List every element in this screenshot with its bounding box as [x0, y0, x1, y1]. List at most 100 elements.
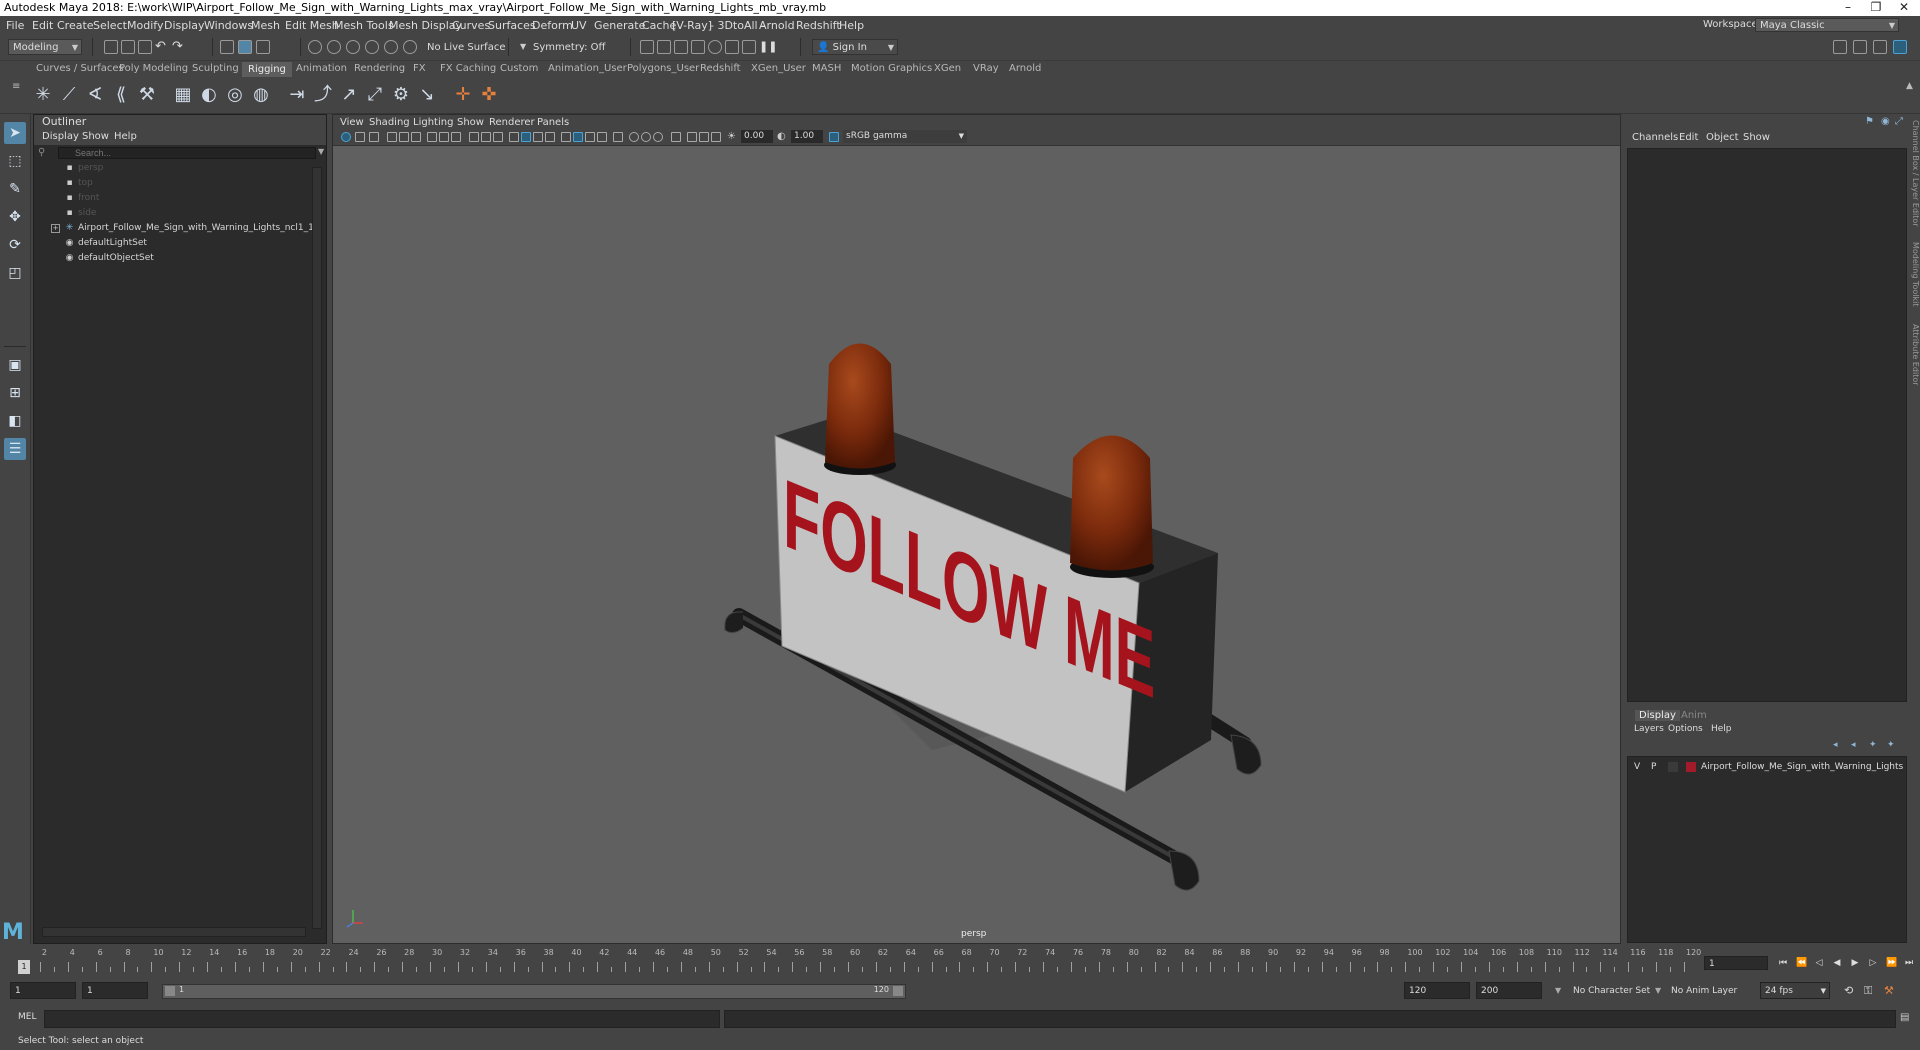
wireframe-icon[interactable]: [509, 132, 519, 142]
redo-icon[interactable]: ↷: [172, 40, 186, 54]
menu-redshift[interactable]: Redshift: [796, 19, 841, 32]
outliner-item-defaultobjectset[interactable]: ◉ defaultObjectSet: [34, 251, 304, 266]
layer-tab-display[interactable]: Display: [1635, 710, 1680, 721]
resolution-gate-icon[interactable]: [451, 132, 461, 142]
viewport-menu-show[interactable]: Show: [457, 117, 484, 128]
four-view-layout-icon[interactable]: ⊞: [4, 382, 26, 404]
layer-name[interactable]: Airport_Follow_Me_Sign_with_Warning_Ligh…: [1701, 760, 1903, 774]
gamma-field[interactable]: 1.00: [791, 130, 823, 143]
current-time-marker[interactable]: 1: [18, 960, 30, 974]
outliner-item-defaultlightset[interactable]: ◉ defaultLightSet: [34, 236, 304, 251]
menu-display[interactable]: Display: [164, 19, 205, 32]
pause-icon[interactable]: ❚❚: [759, 40, 777, 54]
attribute-editor-toggle-icon[interactable]: [1853, 40, 1867, 54]
search-options-chevron-icon[interactable]: ▼: [318, 147, 324, 156]
channel-box-toggle-icon[interactable]: [1893, 40, 1907, 54]
viewport-menu-renderer[interactable]: Renderer: [489, 117, 535, 128]
xray-icon[interactable]: [545, 132, 555, 142]
shelf-tab-sculpting[interactable]: Sculpting: [192, 63, 239, 74]
outliner-item-persp[interactable]: ▪ persp: [34, 161, 304, 176]
shelf-tab-vray[interactable]: VRay: [973, 63, 999, 74]
lasso-tool-icon[interactable]: ⬚: [4, 150, 26, 172]
exposure-field[interactable]: 0.00: [741, 130, 773, 143]
shelf-tab-curves-surfaces[interactable]: Curves / Surfaces: [36, 63, 124, 74]
move-layer-down-icon[interactable]: ◂: [1851, 740, 1856, 750]
auto-key-icon[interactable]: ⚿: [1864, 984, 1872, 998]
range-bar[interactable]: 1 120: [162, 984, 906, 999]
playback-end-field[interactable]: 120: [1404, 982, 1470, 999]
color-management-icon[interactable]: [829, 132, 839, 142]
step-back-key-icon[interactable]: ⏪: [1796, 958, 1807, 968]
motion-blur-icon[interactable]: [641, 132, 651, 142]
grid-toggle-icon[interactable]: [427, 132, 437, 142]
viewport-menu-view[interactable]: View: [340, 117, 364, 128]
channel-box-pin-icon[interactable]: ⤢: [1895, 116, 1903, 127]
viewport-menu-shading[interactable]: Shading: [369, 117, 410, 128]
xray-active-components-icon[interactable]: [699, 132, 709, 142]
2d-pan-zoom-icon[interactable]: [399, 132, 409, 142]
fps-dropdown[interactable]: 24 fps ▼: [1760, 982, 1830, 999]
channel-box-settings-icon[interactable]: ◉: [1881, 116, 1890, 127]
channel-menu-object[interactable]: Object: [1706, 132, 1739, 143]
side-tab-modeling-toolkit[interactable]: Modeling Toolkit: [1905, 242, 1920, 306]
play-forward-icon[interactable]: ▶: [1850, 958, 1860, 968]
menu-edit[interactable]: Edit: [32, 19, 53, 32]
snap-view-plane-icon[interactable]: [384, 40, 398, 54]
gate-mask-icon[interactable]: [469, 132, 479, 142]
bind-skin-icon[interactable]: ⟪: [110, 84, 132, 106]
close-button[interactable]: ✕: [1890, 0, 1918, 16]
grease-pencil-icon[interactable]: [411, 132, 421, 142]
go-to-start-icon[interactable]: ⏮: [1778, 958, 1788, 968]
field-chart-icon[interactable]: [481, 132, 491, 142]
vray-render-icon[interactable]: [742, 40, 756, 54]
constraint-scale-icon[interactable]: ⤢: [364, 84, 386, 106]
side-tab-attribute-editor[interactable]: Attribute Editor: [1905, 324, 1920, 386]
new-layer-selected-icon[interactable]: ✦: [1887, 740, 1895, 750]
persp-outliner-layout-icon[interactable]: ◧: [4, 410, 26, 432]
anim-layer-dropdown[interactable]: No Anim Layer: [1671, 984, 1737, 998]
shelf-tab-xgen[interactable]: XGen: [934, 63, 961, 74]
blendshape-icon[interactable]: ◍: [250, 84, 272, 106]
side-tab-channel-box[interactable]: Channel Box / Layer Editor: [1905, 120, 1920, 227]
joint-icon[interactable]: ✳: [32, 84, 54, 106]
command-input[interactable]: [44, 1010, 720, 1028]
shelf-tab-fx-caching[interactable]: FX Caching: [440, 63, 496, 74]
loop-icon[interactable]: ⟲: [1844, 984, 1853, 998]
snap-grid-icon[interactable]: [308, 40, 322, 54]
menu-edit-mesh[interactable]: Edit Mesh: [285, 19, 339, 32]
layer-menu-layers[interactable]: Layers: [1634, 724, 1664, 734]
snap-projected-icon[interactable]: [365, 40, 379, 54]
step-back-frame-icon[interactable]: ◁: [1814, 958, 1824, 968]
shelf-tab-fx[interactable]: FX: [413, 63, 426, 74]
menu-deform[interactable]: Deform: [532, 19, 573, 32]
chevron-down-icon[interactable]: ▼: [1555, 984, 1561, 998]
hypershade-icon[interactable]: [691, 40, 705, 54]
expand-icon[interactable]: +: [51, 224, 60, 233]
character-set-dropdown[interactable]: No Character Set: [1573, 984, 1650, 998]
shelf-tab-rendering[interactable]: Rendering: [354, 63, 405, 74]
view-transform-dropdown[interactable]: sRGB gamma ▼: [843, 130, 967, 143]
vray-frame-buffer-icon[interactable]: [725, 40, 739, 54]
menu-vray[interactable]: [V-Ray]: [672, 19, 712, 32]
use-all-lights-icon[interactable]: [585, 132, 595, 142]
layer-reference-toggle[interactable]: [1668, 762, 1678, 772]
channel-menu-channels[interactable]: Channels: [1632, 132, 1678, 143]
current-frame-field[interactable]: 1: [1704, 956, 1768, 970]
layer-playback-toggle[interactable]: P: [1651, 760, 1656, 774]
make-live-icon[interactable]: [403, 40, 417, 54]
time-slider[interactable]: 2 4 6 8 10 12 14 16 18 20 22 24 26 28 30 32 34 36 38 40 42 44…: [0, 946, 1920, 976]
minimize-button[interactable]: –: [1834, 0, 1862, 16]
shadows-icon[interactable]: [597, 132, 607, 142]
wireframe-on-shaded-icon[interactable]: [533, 132, 543, 142]
layer-color-swatch[interactable]: [1686, 762, 1696, 772]
viewport-panel[interactable]: View Shading Lighting Show Renderer Pane…: [332, 114, 1621, 944]
image-plane-icon[interactable]: [387, 132, 397, 142]
live-surface-label[interactable]: No Live Surface: [427, 42, 505, 53]
play-backward-icon[interactable]: ◀: [1832, 958, 1842, 968]
select-camera-icon[interactable]: [341, 132, 351, 142]
shelf-tab-polygons-user[interactable]: Polygons_User: [627, 63, 699, 74]
modeling-toolkit-toggle-icon[interactable]: [1833, 40, 1847, 54]
ipr-render-icon[interactable]: [657, 40, 671, 54]
isolate-select-icon[interactable]: [613, 132, 623, 142]
viewport-menu-lighting[interactable]: Lighting: [413, 117, 453, 128]
